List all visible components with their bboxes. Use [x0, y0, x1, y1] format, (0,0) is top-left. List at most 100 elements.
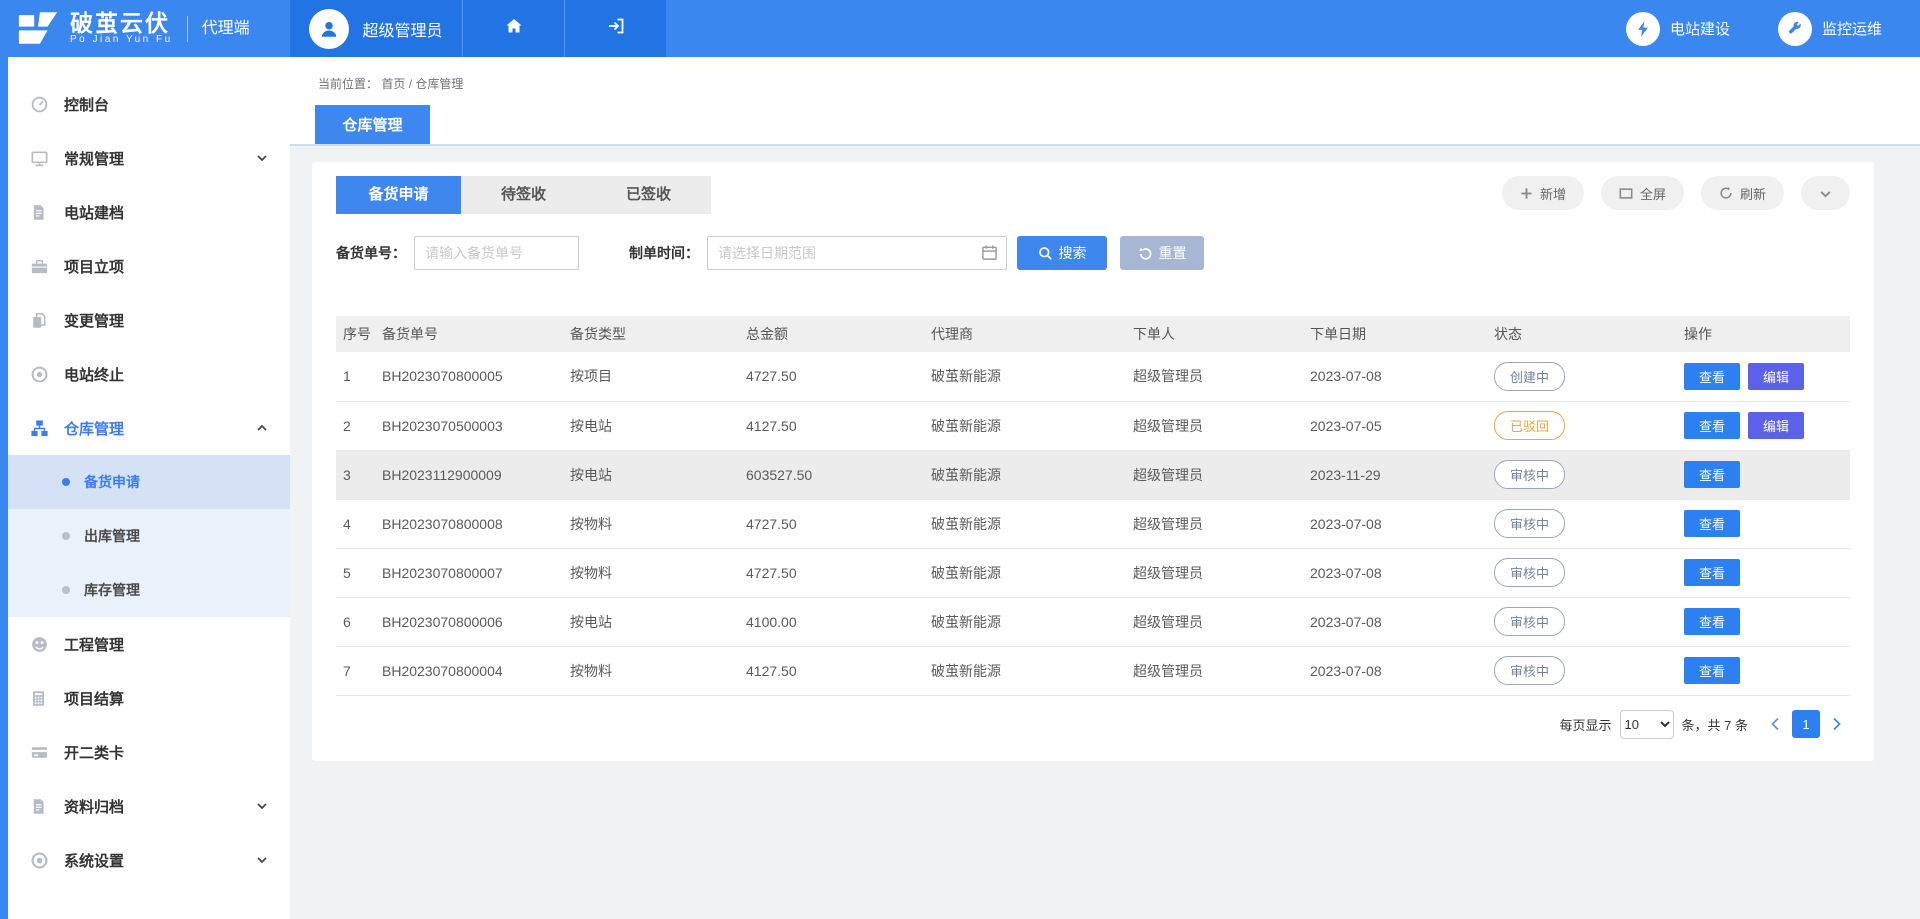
date-range-input[interactable] — [707, 236, 1007, 270]
sidebar-item-label: 工程管理 — [64, 634, 124, 655]
cell-actions: 查看 — [1682, 548, 1850, 597]
sidebar-item-general-management[interactable]: 常规管理 — [0, 131, 290, 185]
wrench-icon — [1778, 12, 1812, 46]
brand-title: 破茧云伏 — [70, 11, 173, 35]
copy-icon — [30, 311, 50, 330]
sidebar-item-console[interactable]: 控制台 — [0, 77, 290, 131]
table-row[interactable]: 4BH2023070800008按物料4727.50破茧新能源超级管理员2023… — [336, 499, 1850, 548]
sidebar-item-station-filing[interactable]: 电站建档 — [0, 185, 290, 239]
sidebar-item-label: 仓库管理 — [64, 418, 124, 439]
sidebar-item-system-settings[interactable]: 系统设置 — [0, 833, 290, 887]
page-tab-warehouse[interactable]: 仓库管理 — [315, 105, 430, 144]
sidebar-item-project-settlement[interactable]: 项目结算 — [0, 671, 290, 725]
cell-status: 审核中 — [1492, 548, 1682, 597]
user-menu[interactable]: 超级管理员 — [290, 0, 462, 57]
edit-button[interactable]: 编辑 — [1748, 363, 1804, 390]
submenu-item-outbound-management[interactable]: 出库管理 — [0, 509, 290, 563]
status-badge: 审核中 — [1494, 656, 1565, 685]
table-row[interactable]: 1BH2023070800005按项目4727.50破茧新能源超级管理员2023… — [336, 352, 1850, 401]
order-no-input[interactable] — [414, 236, 579, 270]
sidebar: 控制台 常规管理 电站建档 — [0, 57, 290, 919]
calendar-icon — [981, 244, 998, 266]
sidebar-item-station-termination[interactable]: 电站终止 — [0, 347, 290, 401]
breadcrumb-path: 首页 / 仓库管理 — [381, 77, 463, 91]
cell-actions: 查看编辑 — [1682, 401, 1850, 450]
cell-type: 按项目 — [568, 352, 744, 401]
view-button[interactable]: 查看 — [1684, 412, 1740, 439]
table-row[interactable]: 5BH2023070800007按物料4727.50破茧新能源超级管理员2023… — [336, 548, 1850, 597]
add-button[interactable]: 新增 — [1502, 176, 1584, 210]
cell-actions: 查看 — [1682, 597, 1850, 646]
shortcut-monitoring[interactable]: 监控运维 — [1778, 12, 1882, 46]
cell-date: 2023-07-08 — [1308, 352, 1492, 401]
more-button[interactable] — [1801, 176, 1850, 210]
lightning-icon — [1626, 12, 1660, 46]
cell-agent: 破茧新能源 — [929, 499, 1131, 548]
tab-received[interactable]: 已签收 — [586, 176, 711, 214]
cell-date: 2023-07-05 — [1308, 401, 1492, 450]
calculator-icon — [30, 689, 50, 708]
column-header: 下单人 — [1131, 316, 1308, 352]
stock-request-table: 序号备货单号备货类型总金额代理商下单人下单日期状态操作 1BH202307080… — [336, 316, 1850, 696]
table-row[interactable]: 6BH2023070800006按电站4100.00破茧新能源超级管理员2023… — [336, 597, 1850, 646]
table-row[interactable]: 3BH2023112900009按电站603527.50破茧新能源超级管理员20… — [336, 450, 1850, 499]
cell-orderer: 超级管理员 — [1131, 548, 1308, 597]
cell-date: 2023-11-29 — [1308, 450, 1492, 499]
view-button[interactable]: 查看 — [1684, 363, 1740, 390]
cell-index: 2 — [336, 401, 380, 450]
edit-button[interactable]: 编辑 — [1748, 412, 1804, 439]
cell-index: 3 — [336, 450, 380, 499]
home-button[interactable] — [462, 0, 564, 57]
cell-amount: 4727.50 — [744, 548, 929, 597]
document-icon — [30, 203, 50, 222]
next-page-button[interactable] — [1824, 717, 1850, 731]
target-icon — [30, 365, 50, 384]
monitor-icon — [30, 149, 50, 168]
table-row[interactable]: 2BH2023070500003按电站4127.50破茧新能源超级管理员2023… — [336, 401, 1850, 450]
fullscreen-button[interactable]: 全屏 — [1601, 176, 1684, 210]
page-number-button[interactable]: 1 — [1792, 710, 1820, 738]
breadcrumb-label: 当前位置： — [318, 77, 378, 91]
table-row[interactable]: 7BH2023070800004按物料4127.50破茧新能源超级管理员2023… — [336, 646, 1850, 695]
cell-index: 4 — [336, 499, 380, 548]
column-header: 代理商 — [929, 316, 1131, 352]
cell-orderer: 超级管理员 — [1131, 450, 1308, 499]
cell-agent: 破茧新能源 — [929, 401, 1131, 450]
order-no-label: 备货单号： — [336, 243, 406, 263]
status-badge: 审核中 — [1494, 509, 1565, 538]
pagination: 每页显示 10 条，共 7 条 1 — [336, 710, 1850, 739]
sidebar-item-project-initiation[interactable]: 项目立项 — [0, 239, 290, 293]
cell-status: 已驳回 — [1492, 401, 1682, 450]
sidebar-item-change-management[interactable]: 变更管理 — [0, 293, 290, 347]
view-button[interactable]: 查看 — [1684, 608, 1740, 635]
per-page-select[interactable]: 10 — [1620, 710, 1674, 739]
sidebar-item-engineering-management[interactable]: 工程管理 — [0, 617, 290, 671]
cell-agent: 破茧新能源 — [929, 548, 1131, 597]
submenu-item-inventory-management[interactable]: 库存管理 — [0, 563, 290, 617]
sidebar-item-data-archive[interactable]: 资料归档 — [0, 779, 290, 833]
column-header: 序号 — [336, 316, 380, 352]
tab-stock-request[interactable]: 备货申请 — [336, 176, 461, 214]
view-button[interactable]: 查看 — [1684, 559, 1740, 586]
cell-type: 按物料 — [568, 499, 744, 548]
refresh-button[interactable]: 刷新 — [1701, 176, 1784, 210]
logout-button[interactable] — [564, 0, 666, 57]
cell-index: 5 — [336, 548, 380, 597]
search-button[interactable]: 搜索 — [1017, 236, 1107, 270]
cell-type: 按电站 — [568, 401, 744, 450]
bullet-dot-icon — [62, 532, 70, 540]
reset-button[interactable]: 重置 — [1120, 236, 1204, 270]
sidebar-item-warehouse-management[interactable]: 仓库管理 — [0, 401, 290, 455]
cell-orderer: 超级管理员 — [1131, 646, 1308, 695]
view-button[interactable]: 查看 — [1684, 510, 1740, 537]
cell-actions: 查看 — [1682, 646, 1850, 695]
prev-page-button[interactable] — [1762, 717, 1788, 731]
cell-orderer: 超级管理员 — [1131, 401, 1308, 450]
tab-pending-receipt[interactable]: 待签收 — [461, 176, 586, 214]
sidebar-item-type2-card[interactable]: 开二类卡 — [0, 725, 290, 779]
submenu-item-stock-request[interactable]: 备货申请 — [0, 455, 290, 509]
view-button[interactable]: 查看 — [1684, 461, 1740, 488]
shortcut-power-station[interactable]: 电站建设 — [1626, 12, 1730, 46]
view-button[interactable]: 查看 — [1684, 657, 1740, 684]
chevron-down-icon — [256, 854, 268, 866]
